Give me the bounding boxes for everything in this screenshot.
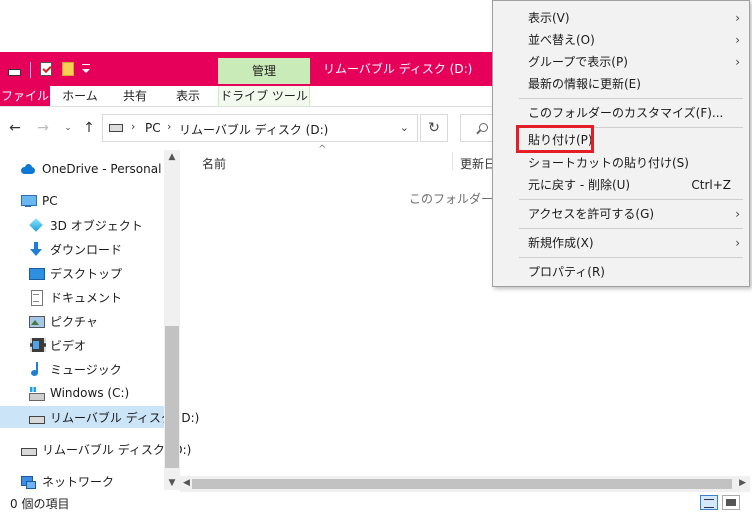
address-history-chevron-down-icon[interactable]: ⌄ (400, 121, 409, 134)
sidebar-item-pictures[interactable]: ピクチャ (0, 310, 164, 332)
menu-item-group-by[interactable]: グループで表示(P) › (494, 51, 748, 73)
back-arrow-icon[interactable]: ← (6, 117, 24, 139)
navigation-pane-scrollbar[interactable]: ▲ ▼ (164, 150, 180, 490)
search-icon (479, 123, 488, 132)
scroll-down-chevron-icon[interactable]: ▼ (164, 478, 180, 488)
documents-icon (28, 289, 44, 306)
empty-folder-message: このフォルダーは空です。 (409, 192, 500, 206)
scroll-left-chevron-icon[interactable]: ◀ (183, 478, 190, 488)
large-icons-view-icon[interactable] (722, 495, 740, 510)
customize-quick-access-chevron-down-icon[interactable] (80, 52, 92, 86)
submenu-chevron-right-icon: › (735, 55, 740, 69)
tab-file[interactable]: ファイル (0, 86, 50, 106)
3d-objects-icon (28, 217, 44, 233)
paste-highlight-box (516, 125, 594, 153)
sort-ascending-icon: ^ (318, 144, 327, 155)
quick-access-separator (30, 62, 31, 78)
sidebar-item-documents[interactable]: ドキュメント (0, 286, 164, 308)
sidebar-item-music[interactable]: ミュージック (0, 358, 164, 380)
ribbon-tabs: ファイル ホーム 共有 表示 ドライブ ツール (0, 86, 500, 106)
breadcrumb-chevron-icon[interactable]: › (167, 120, 171, 133)
scroll-up-chevron-icon[interactable]: ▲ (164, 152, 180, 162)
horizontal-scrollbar[interactable]: ◀ ▶ (180, 476, 750, 492)
status-bar: 0 個の項目 (0, 492, 752, 513)
sidebar-item-removable-d[interactable]: リムーバブル ディスク (D:) (0, 406, 199, 428)
scroll-right-chevron-icon[interactable]: ▶ (739, 478, 746, 488)
menu-item-give-access[interactable]: アクセスを許可する(G) › (494, 203, 748, 225)
sidebar-item-network[interactable]: ネットワーク (0, 470, 164, 492)
address-bar[interactable]: › PC › リムーバブル ディスク (D:) ⌄ (102, 114, 418, 142)
item-count: 0 個の項目 (10, 497, 70, 511)
removable-drive-icon (28, 409, 45, 425)
videos-icon (28, 337, 46, 353)
navigation-pane: OneDrive - Personal PC 3D オブジェクト ダウンロード … (0, 150, 199, 492)
breadcrumb-location[interactable]: リムーバブル ディスク (D:) (179, 121, 328, 138)
sidebar-item-videos[interactable]: ビデオ (0, 334, 164, 356)
menu-item-view[interactable]: 表示(V) › (494, 7, 748, 29)
submenu-chevron-right-icon: › (735, 33, 740, 47)
menu-item-customize-folder[interactable]: このフォルダーのカスタマイズ(F)... (494, 102, 748, 124)
recent-locations-chevron-down-icon[interactable]: ⌄ (62, 117, 74, 139)
submenu-chevron-right-icon: › (735, 236, 740, 250)
menu-item-new[interactable]: 新規作成(X) › (494, 232, 748, 254)
ribbon-divider (0, 106, 500, 107)
forward-arrow-icon[interactable]: → (34, 117, 52, 139)
removable-drive-icon (20, 441, 37, 457)
menu-item-undo-delete[interactable]: 元に戻す - 削除(U) Ctrl+Z (494, 174, 748, 196)
drive-icon[interactable] (6, 52, 22, 86)
refresh-icon[interactable]: ↻ (420, 114, 448, 142)
sidebar-item-windows-c[interactable]: Windows (C:) (0, 382, 164, 404)
up-arrow-icon[interactable]: ↑ (80, 117, 98, 139)
sidebar-item-downloads[interactable]: ダウンロード (0, 238, 164, 260)
properties-check-icon[interactable] (38, 52, 54, 86)
onedrive-cloud-icon (20, 161, 36, 177)
menu-separator (519, 199, 743, 200)
tab-view[interactable]: 表示 (164, 86, 212, 106)
menu-separator (519, 257, 743, 258)
sidebar-item-removable-d-root[interactable]: リムーバブル ディスク (D:) (0, 438, 191, 460)
menu-item-properties[interactable]: プロパティ(R) (494, 261, 748, 283)
sidebar-item-pc[interactable]: PC (0, 190, 164, 212)
context-tab-manage[interactable]: 管理 (218, 58, 310, 84)
breadcrumb-chevron-icon[interactable]: › (131, 120, 135, 133)
breadcrumb-pc[interactable]: PC (145, 121, 161, 135)
submenu-chevron-right-icon: › (735, 207, 740, 221)
menu-separator (519, 98, 743, 99)
windows-drive-icon (28, 385, 45, 401)
tab-share[interactable]: 共有 (110, 86, 160, 106)
sidebar-item-onedrive[interactable]: OneDrive - Personal (0, 158, 164, 180)
tab-home[interactable]: ホーム (54, 86, 106, 106)
sidebar-item-3d-objects[interactable]: 3D オブジェクト (0, 214, 164, 236)
tab-drive-tools[interactable]: ドライブ ツール (218, 86, 310, 106)
submenu-chevron-right-icon: › (735, 11, 740, 25)
sidebar-item-desktop[interactable]: デスクトップ (0, 262, 164, 284)
menu-separator (519, 228, 743, 229)
downloads-icon (28, 241, 44, 257)
new-folder-icon[interactable] (60, 52, 76, 86)
scrollbar-thumb[interactable] (192, 479, 732, 489)
address-drive-icon (109, 124, 123, 132)
menu-item-sort[interactable]: 並べ替え(O) › (494, 29, 748, 51)
menu-item-paste-shortcut[interactable]: ショートカットの貼り付け(S) (494, 152, 748, 174)
column-header-name[interactable]: 名前 (202, 155, 226, 172)
menu-shortcut: Ctrl+Z (691, 178, 731, 192)
window-title: リムーバブル ディスク (D:) (323, 62, 473, 76)
pictures-icon (28, 313, 45, 329)
menu-item-refresh[interactable]: 最新の情報に更新(E) (494, 73, 748, 95)
details-view-icon[interactable] (700, 495, 718, 510)
column-divider[interactable] (452, 152, 453, 170)
scrollbar-thumb[interactable] (165, 326, 179, 468)
desktop-icon (28, 265, 45, 281)
music-icon (28, 361, 44, 377)
pc-icon (20, 193, 37, 209)
network-icon (20, 473, 36, 489)
